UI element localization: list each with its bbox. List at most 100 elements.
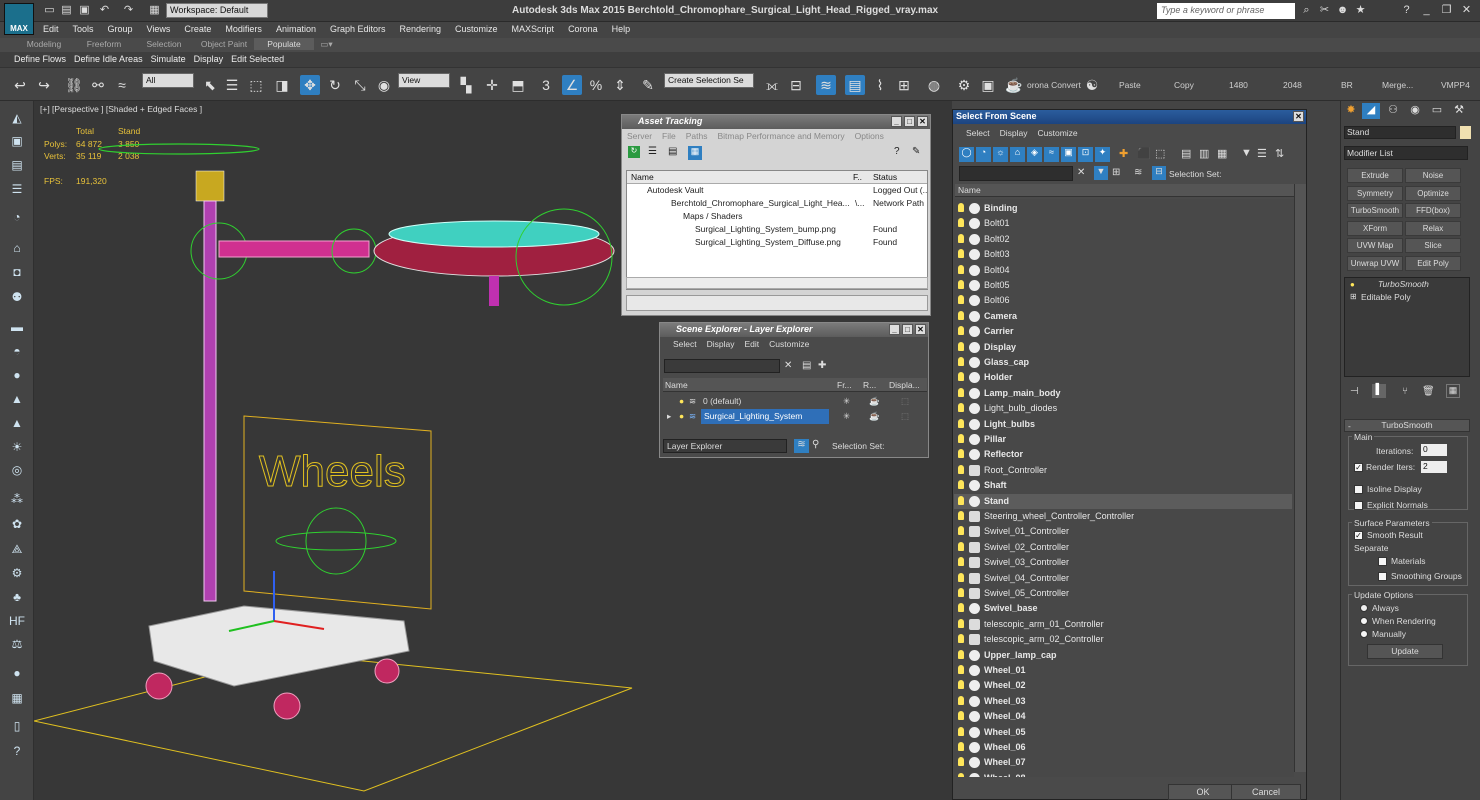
light-bulb-icon[interactable] [958, 711, 964, 721]
help-icon[interactable]: ? [894, 146, 900, 157]
light-bulb-icon[interactable] [958, 249, 964, 259]
motion-tab-icon[interactable]: ◉ [1406, 103, 1424, 119]
menu-customize[interactable]: Customize [1033, 126, 1083, 140]
delete-icon[interactable]: ▯ [8, 718, 26, 734]
sun-icon[interactable]: ☀ [8, 439, 26, 455]
scene-object-item[interactable]: Light_bulb_diodes [954, 401, 1292, 416]
light-bulb-icon[interactable] [958, 280, 964, 289]
torus-icon[interactable]: ◎ [8, 462, 26, 478]
simulate-button[interactable]: Simulate [147, 52, 190, 66]
expand-icon[interactable]: ⊞ [1350, 292, 1357, 301]
hierarchy-icon[interactable]: ⚲ [812, 439, 819, 450]
pyramid-icon[interactable]: ▲ [8, 415, 26, 431]
scene-object-item[interactable]: Upper_lamp_cap [954, 648, 1292, 663]
update-button[interactable]: Update [1367, 644, 1443, 659]
scene-object-item[interactable]: Swivel_04_Controller [954, 571, 1292, 586]
light-bulb-icon[interactable] [958, 665, 964, 674]
scene-object-item[interactable]: Swivel_03_Controller [954, 555, 1292, 570]
display-lights-icon[interactable]: ☼ [993, 147, 1008, 162]
script-paste-button[interactable]: Paste [1119, 80, 1141, 90]
angle-snap-icon[interactable]: ∠ [562, 75, 582, 95]
close-button[interactable]: ✕ [917, 116, 928, 127]
hemisphere-icon[interactable]: ◓ [8, 343, 26, 359]
light-bulb-icon[interactable] [958, 357, 964, 366]
light-bulb-icon[interactable] [958, 203, 964, 212]
layer-explorer-icon[interactable]: ≋ [816, 75, 836, 95]
menu-customize[interactable]: Customize [764, 337, 814, 351]
scale-tool-icon[interactable]: ⚖ [8, 636, 26, 652]
minimize-button[interactable]: _ [889, 324, 900, 335]
tab-object-paint[interactable]: Object Paint [194, 38, 254, 50]
scene-object-item[interactable]: Bolt04 [954, 263, 1292, 278]
schematic-view-icon[interactable]: ⊞ [894, 75, 914, 95]
undo-icon[interactable]: ↩ [10, 75, 30, 95]
select-from-scene-title[interactable]: Select From Scene ✕ [953, 110, 1306, 124]
scale-icon[interactable]: ⤡ [350, 75, 370, 95]
open-icon[interactable]: ▤ [60, 4, 73, 17]
scene-object-item[interactable]: Swivel_base [954, 601, 1292, 616]
menu-display[interactable]: Display [702, 337, 740, 351]
close-button[interactable]: ✕ [1293, 111, 1304, 122]
project-folder-icon[interactable]: ▦ [148, 4, 161, 17]
stack-item-editable-poly[interactable]: Editable Poly [1361, 292, 1411, 302]
scene-object-item[interactable]: Camera [954, 309, 1292, 324]
clear-search-icon[interactable]: ✕ [784, 360, 792, 371]
display-groups-icon[interactable]: ▣ [1061, 147, 1076, 162]
light-bulb-icon[interactable] [958, 418, 964, 428]
menu-options[interactable]: Options [850, 129, 889, 143]
light-bulb-icon[interactable] [958, 572, 964, 582]
bind-space-warp-icon[interactable]: ≈ [112, 75, 132, 95]
render-setup-icon[interactable]: ⚙ [954, 75, 974, 95]
layer-add-icon[interactable]: ✚ [818, 360, 826, 371]
col-render[interactable]: R... [863, 378, 876, 392]
menu-tools[interactable]: Tools [66, 22, 101, 36]
scene-object-item[interactable]: Bolt05 [954, 278, 1292, 293]
light-bulb-icon[interactable] [958, 341, 964, 351]
reference-coordinate-dropdown[interactable]: View [398, 73, 450, 88]
menu-graph-editors[interactable]: Graph Editors [323, 22, 393, 36]
manipulate-icon[interactable]: ✛ [482, 75, 502, 95]
close-button[interactable]: ✕ [915, 324, 926, 335]
app-logo[interactable]: MAX [4, 3, 34, 35]
scene-object-item[interactable]: Wheel_05 [954, 725, 1292, 740]
light-bulb-icon[interactable] [958, 449, 964, 459]
col-status[interactable]: Status [873, 171, 897, 184]
menu-select[interactable]: Select [668, 337, 702, 351]
tab-populate[interactable]: Populate [254, 38, 314, 50]
select-all-icon[interactable]: ▤ [1181, 147, 1191, 160]
smooth-result-checkbox[interactable]: ✓ [1354, 531, 1363, 540]
light-bulb-icon[interactable] [958, 434, 964, 443]
ribbon-options-icon[interactable]: ▭▾ [317, 38, 337, 51]
ok-button[interactable]: OK [1168, 784, 1238, 800]
pin-stack-icon[interactable]: ⊣ [1350, 386, 1359, 397]
scene-object-item[interactable]: telescopic_arm_01_Controller [954, 617, 1292, 632]
tools-icon[interactable]: ✂ [1318, 4, 1331, 17]
expand-icon[interactable]: ▸ [667, 409, 671, 424]
menu-modifiers[interactable]: Modifiers [218, 22, 269, 36]
display-icon[interactable]: ⬚ [901, 394, 909, 409]
camera-icon[interactable]: ⌂ [8, 240, 26, 256]
restore-button[interactable]: ❐ [1440, 4, 1453, 17]
materials-checkbox[interactable] [1378, 557, 1387, 566]
sphere-icon[interactable]: ● [8, 367, 26, 383]
clear-search-icon[interactable]: ✕ [1077, 167, 1085, 178]
material-editor-icon[interactable]: ◍ [924, 75, 944, 95]
snaps-toggle-icon[interactable]: 3 [536, 75, 556, 95]
script-merge-button[interactable]: Merge... [1382, 80, 1413, 90]
rotate-icon[interactable]: ↻ [325, 75, 345, 95]
display-invert-icon[interactable]: ⬚ [1155, 147, 1165, 160]
percent-snap-icon[interactable]: % [586, 75, 606, 95]
menu-rendering[interactable]: Rendering [393, 22, 449, 36]
explorer-type-dropdown[interactable]: Layer Explorer [663, 439, 787, 453]
help-icon[interactable]: ? [1400, 4, 1413, 17]
scene-object-item[interactable]: Wheel_04 [954, 709, 1292, 724]
list-view-icon[interactable]: ☰ [648, 146, 657, 157]
scene-object-item[interactable]: Wheel_06 [954, 740, 1292, 755]
workspace-dropdown[interactable]: Workspace: Default [166, 3, 268, 18]
scene-object-item[interactable]: Wheel_08 [954, 771, 1292, 777]
scene-object-item[interactable]: Swivel_01_Controller [954, 524, 1292, 539]
iterations-spinner[interactable]: 0 [1421, 444, 1447, 456]
selection-set-label[interactable]: Selection Set: [832, 441, 884, 451]
define-idle-areas-button[interactable]: Define Idle Areas [70, 52, 147, 66]
edit-selected-button[interactable]: Edit Selected [227, 52, 288, 66]
